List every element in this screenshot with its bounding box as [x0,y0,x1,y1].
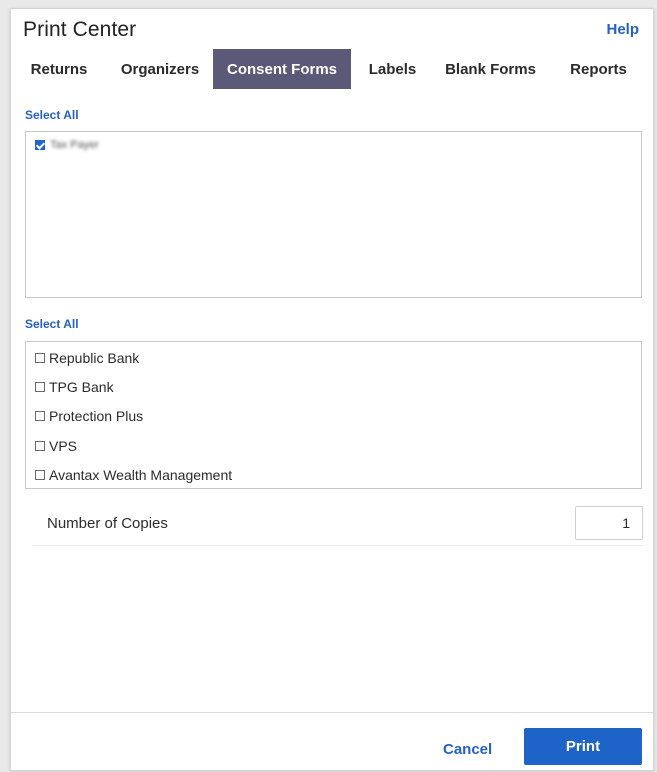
dialog-title: Print Center [23,18,137,41]
tab-organizers[interactable]: Organizers [107,49,213,89]
copies-row: Number of Copies [33,503,643,546]
tab-bar: Returns Organizers Consent Forms Labels … [11,49,653,89]
list-item[interactable]: Avantax Wealth Management [26,461,641,490]
list-item[interactable]: TPG Bank [26,372,641,401]
avantax-checkbox[interactable] [35,470,45,481]
list-item[interactable]: Republic Bank [26,343,641,372]
bank-label: TPG Bank [49,379,114,396]
list-item[interactable]: VPS [26,431,641,460]
select-all-banks-link[interactable]: Select All [25,317,79,331]
taxpayer-name: Tax Payer [50,139,99,151]
print-button[interactable]: Print [524,728,642,765]
tab-reports[interactable]: Reports [547,49,650,89]
dialog-footer: Cancel Print [11,712,653,772]
republic-bank-checkbox[interactable] [35,352,45,363]
taxpayer-list: Tax Payer [25,131,642,298]
bank-list: Republic Bank TPG Bank Protection Plus V… [25,341,642,489]
protection-plus-checkbox[interactable] [35,411,45,422]
tpg-bank-checkbox[interactable] [35,382,45,393]
list-item[interactable]: Protection Plus [26,402,641,431]
tab-blank-forms[interactable]: Blank Forms [434,49,547,89]
copies-input[interactable] [575,506,643,540]
bank-label: Republic Bank [49,349,140,366]
cancel-button[interactable]: Cancel [443,741,492,758]
bank-label: Avantax Wealth Management [49,467,233,484]
tab-consent-forms[interactable]: Consent Forms [213,49,351,89]
help-link[interactable]: Help [606,21,639,38]
tab-labels[interactable]: Labels [351,49,434,89]
list-item[interactable]: Tax Payer [26,132,641,156]
select-all-taxpayers-link[interactable]: Select All [25,108,79,122]
bank-label: Protection Plus [49,408,144,425]
taxpayer-checkbox[interactable] [35,140,45,150]
vps-checkbox[interactable] [35,440,45,451]
tab-returns[interactable]: Returns [11,49,107,89]
copies-label: Number of Copies [47,515,168,532]
bank-label: VPS [49,437,78,454]
print-center-dialog: Print Center Help Returns Organizers Con… [10,8,654,771]
